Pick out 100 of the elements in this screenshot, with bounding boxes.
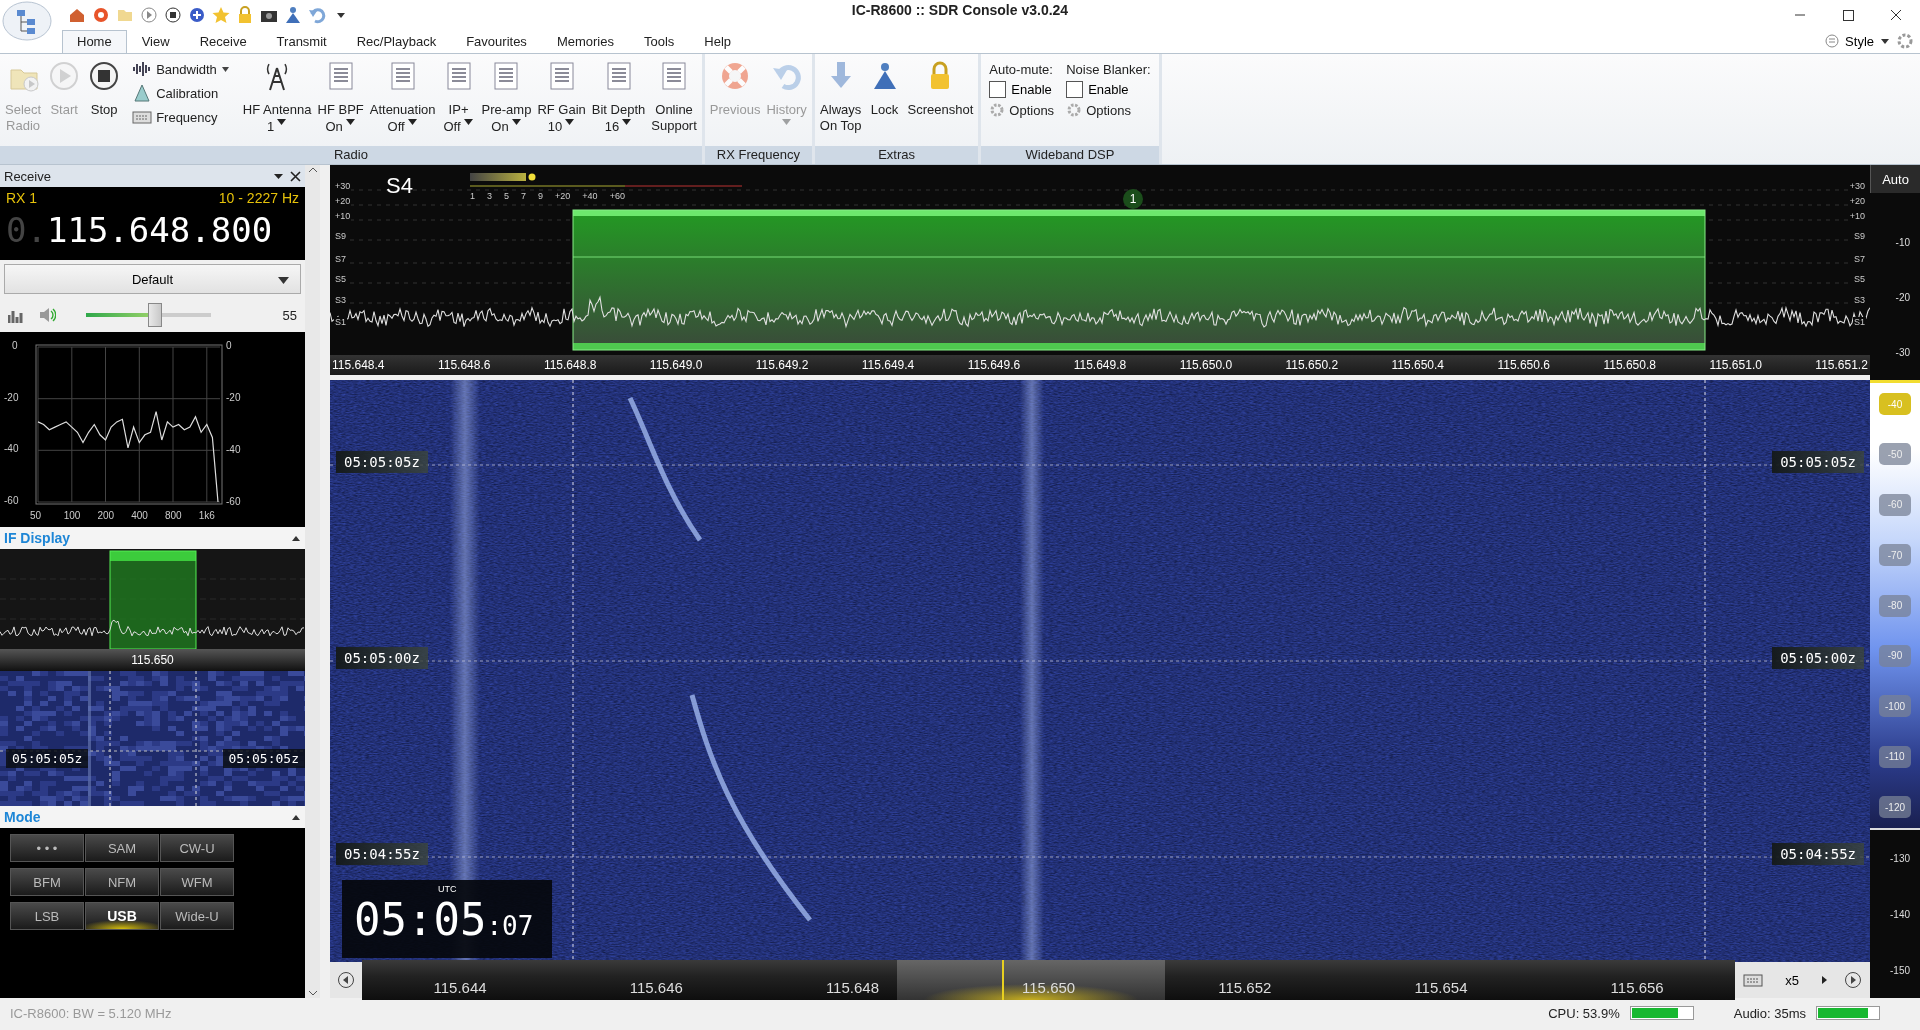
lifebuoy-icon[interactable]: [92, 6, 110, 24]
frequency-label: 115.650: [131, 653, 174, 667]
frequency-label: 115.650.8: [1603, 358, 1656, 372]
time-label: 05:05:05z: [336, 451, 428, 473]
ribbon-button[interactable]: Bit Depth 16: [588, 58, 649, 138]
ribbon-tab[interactable]: Rec/Playback: [341, 30, 452, 53]
mode-button[interactable]: SAM: [85, 834, 159, 862]
ribbon-button[interactable]: HF BPF On: [314, 58, 367, 138]
ribbon-tab[interactable]: Home: [62, 30, 127, 53]
close-icon[interactable]: [1890, 9, 1902, 21]
frequency-display[interactable]: 0.115.648.800: [0, 206, 305, 260]
frequency-label: 115.651.0: [1709, 358, 1762, 372]
frequency-label: 115.654: [1414, 979, 1468, 996]
meter-scale-label: 9: [538, 191, 544, 201]
collapse-icon[interactable]: [291, 534, 301, 542]
home-icon[interactable]: [68, 6, 86, 24]
ribbon-tab[interactable]: Favourites: [451, 30, 542, 53]
scroll-down-icon[interactable]: [306, 988, 319, 998]
s-meter-reading: S4: [386, 173, 413, 199]
axis-label: -60: [226, 496, 241, 507]
level-button[interactable]: -120: [1879, 796, 1911, 818]
caret-icon: [510, 118, 522, 126]
ribbon-button[interactable]: Pre-amp On: [478, 58, 535, 138]
ribbon-button[interactable]: HF Antenna 1: [239, 58, 315, 138]
meter-scale-label: +60: [609, 191, 625, 201]
ribbon-button[interactable]: Bandwidth: [130, 58, 232, 80]
meter-scale-label: +20: [555, 191, 571, 201]
scroll-right-icon[interactable]: [1844, 971, 1862, 989]
mode-button[interactable]: BFM: [10, 868, 84, 896]
rx-label: RX 1: [6, 190, 38, 206]
axis-label: S1: [334, 317, 347, 327]
stop-icon[interactable]: [164, 6, 182, 24]
ribbon-button[interactable]: RF Gain 10: [534, 58, 589, 138]
caret-icon[interactable]: [273, 172, 284, 180]
time-label: 05:04:55z: [336, 843, 428, 865]
mode-button[interactable]: USB: [85, 902, 159, 930]
ribbon-tab[interactable]: View: [126, 30, 185, 53]
maximize-icon[interactable]: [1842, 9, 1854, 21]
zoom-dropdown[interactable]: x5: [1779, 972, 1805, 988]
axis-label: S9: [1853, 231, 1866, 241]
frequency-label: 115.650: [1022, 979, 1076, 996]
ribbon-tab[interactable]: Help: [689, 30, 747, 53]
close-icon[interactable]: [290, 170, 301, 182]
ribbon-button[interactable]: Screenshot: [904, 58, 977, 120]
ribbon-tab[interactable]: Memories: [541, 30, 629, 53]
mode-button[interactable]: Wide-U: [160, 902, 234, 930]
panel-title: Receive: [4, 168, 52, 184]
axis-label: 100: [63, 510, 81, 521]
style-menu[interactable]: Style: [1845, 33, 1874, 49]
settings-icon[interactable]: [1896, 32, 1914, 50]
level-button[interactable]: -110: [1879, 745, 1911, 768]
mode-button[interactable]: WFM: [160, 868, 234, 896]
plus-icon[interactable]: [188, 6, 206, 24]
axis-label: S7: [1853, 254, 1866, 264]
ribbon-tab[interactable]: Receive: [184, 30, 262, 53]
scroll-up-icon[interactable]: [306, 165, 319, 175]
ribbon-button[interactable]: IP+ Off: [438, 58, 479, 138]
palette-icon[interactable]: [1825, 34, 1840, 48]
caret-icon[interactable]: [1880, 37, 1890, 45]
collapse-icon[interactable]: [291, 813, 301, 821]
scale-label: -150: [1890, 964, 1910, 976]
speaker-icon[interactable]: [38, 306, 56, 324]
section-title: Mode: [4, 809, 41, 825]
ribbon-button[interactable]: Online Support: [648, 58, 700, 136]
axis-label: S3: [1853, 295, 1866, 305]
scroll-left-icon[interactable]: [337, 971, 355, 989]
gear-icon: [1066, 102, 1083, 118]
scale-label: -140: [1890, 908, 1910, 920]
time-label: 05:05:05z: [6, 749, 89, 768]
enable-checkbox[interactable]: Enable: [1066, 81, 1151, 98]
ribbon-button[interactable]: Frequency: [130, 106, 232, 128]
person-icon[interactable]: [284, 6, 302, 24]
caret-icon: [277, 276, 290, 285]
ribbon-button[interactable]: Always On Top: [816, 58, 865, 136]
mode-button[interactable]: NFM: [85, 868, 159, 896]
scale-label: -20: [1895, 292, 1910, 303]
mode-button[interactable]: • • •: [10, 834, 84, 862]
play-icon[interactable]: [140, 6, 158, 24]
audio-meter: [1816, 1006, 1880, 1020]
ribbon-tab[interactable]: Transmit: [261, 30, 342, 53]
ribbon-button[interactable]: Lock: [864, 58, 905, 120]
gear-icon: [989, 102, 1006, 118]
ribbon-button[interactable]: Calibration: [130, 82, 232, 104]
mode-button[interactable]: LSB: [10, 902, 84, 930]
frequency-label: 115.649.0: [649, 358, 703, 372]
ribbon-button[interactable]: Stop: [84, 58, 125, 120]
preset-dropdown[interactable]: Default: [4, 264, 301, 294]
options-button[interactable]: Options: [989, 102, 1055, 118]
axis-label: 400: [131, 510, 148, 521]
options-button[interactable]: Options: [1066, 102, 1151, 118]
ribbon-tab[interactable]: Tools: [628, 30, 690, 53]
play-icon: [48, 60, 81, 92]
auto-button[interactable]: Auto: [1870, 165, 1920, 193]
level-button[interactable]: -100: [1879, 695, 1911, 718]
enable-checkbox[interactable]: Enable: [989, 81, 1055, 98]
ribbon-button[interactable]: Attenuation Off: [366, 58, 439, 138]
mode-button[interactable]: CW-U: [160, 834, 234, 862]
caret-icon[interactable]: [1821, 975, 1828, 985]
axis-label: 1k6: [198, 510, 215, 521]
star-icon[interactable]: [212, 6, 230, 24]
